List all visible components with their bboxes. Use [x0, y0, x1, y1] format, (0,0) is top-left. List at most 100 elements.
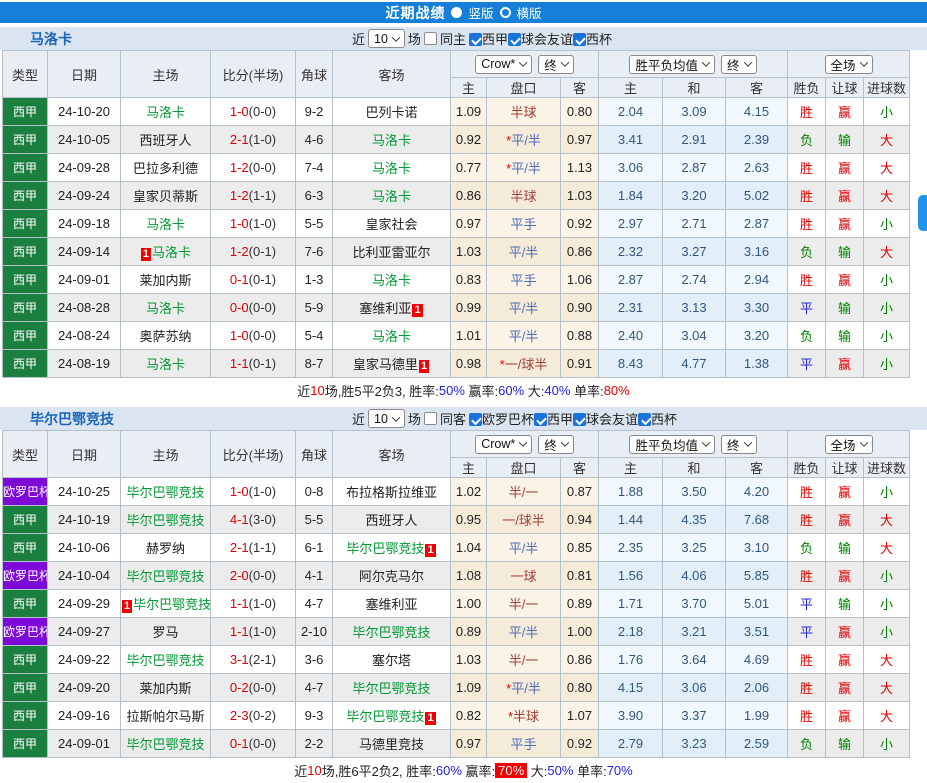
away-team-name[interactable]: 毕尔巴鄂竞技	[346, 541, 424, 556]
eu-home-odds: 2.40	[598, 321, 663, 350]
avg-stage-select[interactable]: 终	[721, 54, 757, 74]
home-team-cell: 1 马洛卡	[120, 237, 211, 266]
col-away: 客场	[332, 430, 451, 478]
home-team-name[interactable]: 毕尔巴鄂竞技	[126, 737, 204, 752]
league-filter-checkbox[interactable]	[533, 413, 547, 426]
col-corners: 角球	[295, 50, 333, 98]
handicap-result: 赢	[825, 673, 865, 702]
radio-vertical-layout[interactable]	[451, 7, 463, 18]
home-team-name[interactable]: 毕尔巴鄂竞技	[126, 513, 204, 528]
side-panel-handle[interactable]	[918, 195, 927, 231]
eu-away-odds: 7.68	[724, 505, 789, 534]
league-filter-checkbox[interactable]	[572, 413, 586, 426]
handicap-text: 平/半	[508, 245, 539, 260]
eu-draw-odds: 3.64	[662, 645, 726, 674]
home-team-name[interactable]: 罗马	[152, 625, 178, 640]
home-team-name[interactable]: 马洛卡	[146, 357, 185, 372]
ah-away-odds: 1.13	[560, 153, 599, 182]
same-venue-checkbox[interactable]	[423, 32, 437, 45]
away-team-name[interactable]: 马洛卡	[372, 161, 411, 176]
away-team-name[interactable]: 塞维利亚	[359, 301, 411, 316]
scope-select[interactable]: 全场	[824, 54, 873, 74]
handicap-text: 平/半	[511, 161, 541, 176]
home-team-name[interactable]: 赫罗纳	[146, 541, 185, 556]
eu-away-odds: 3.20	[724, 321, 789, 350]
home-team-name[interactable]: 西班牙人	[139, 133, 191, 148]
handicap-result-text: 输	[838, 737, 852, 752]
radio-horizontal-layout[interactable]	[499, 7, 511, 18]
away-team-name[interactable]: 马洛卡	[372, 329, 411, 344]
goals-result-text: 大	[880, 681, 894, 696]
away-team-name[interactable]: 马德里竞技	[359, 737, 424, 752]
home-team-name[interactable]: 毕尔巴鄂竞技	[126, 569, 204, 584]
away-team-cell: 皇家马德里 1	[332, 349, 451, 378]
eu-away-odds: 3.16	[724, 237, 789, 266]
home-team-cell: 马洛卡	[120, 209, 211, 238]
home-team-name[interactable]: 莱加内斯	[139, 273, 191, 288]
score-cell: 3-1(2-1)	[210, 645, 296, 674]
away-team-name[interactable]: 比利亚雷亚尔	[352, 245, 430, 260]
away-team-name[interactable]: 毕尔巴鄂竞技	[352, 681, 430, 696]
ah-home-odds: 0.92	[450, 125, 487, 154]
home-team-name[interactable]: 巴拉多利德	[133, 161, 198, 176]
summary-segment: 40%	[544, 383, 571, 398]
handicap-result: 赢	[825, 209, 865, 238]
away-team-name[interactable]: 马洛卡	[372, 273, 411, 288]
away-team-name[interactable]: 皇家社会	[365, 217, 417, 232]
away-team-name[interactable]: 塞尔塔	[372, 653, 411, 668]
away-team-name[interactable]: 马洛卡	[372, 133, 411, 148]
goals-result-text: 小	[880, 273, 894, 288]
away-team-cell: 比利亚雷亚尔	[332, 237, 451, 266]
outcome-result: 平	[787, 589, 827, 618]
home-team-name[interactable]: 马洛卡	[146, 105, 185, 120]
avg-odds-select[interactable]: 胜平负均值	[629, 54, 715, 74]
handicap-result: 赢	[825, 477, 865, 506]
home-team-name[interactable]: 毕尔巴鄂竞技	[126, 485, 204, 500]
home-team-name[interactable]: 毕尔巴鄂竞技	[133, 597, 209, 612]
home-team-name[interactable]: 拉斯帕尔马斯	[126, 709, 204, 724]
league-filter-checkbox[interactable]	[572, 33, 586, 46]
half-time-score: (0-1)	[248, 244, 277, 259]
near-label: 近	[352, 32, 366, 47]
odds-stage-select[interactable]: 终	[538, 434, 574, 454]
home-team-name[interactable]: 马洛卡	[146, 301, 185, 316]
handicap-text: 平/半	[508, 301, 539, 316]
league-badge: 西甲	[2, 321, 48, 350]
home-team-name[interactable]: 马洛卡	[146, 217, 185, 232]
away-team-name[interactable]: 皇家马德里	[353, 357, 418, 372]
scope-select[interactable]: 全场	[824, 434, 873, 454]
odds-source-select[interactable]: Crow*	[475, 54, 533, 74]
home-team-name[interactable]: 莱加内斯	[139, 681, 191, 696]
league-filter-checkbox[interactable]	[507, 33, 521, 46]
league-filter-checkbox[interactable]	[468, 413, 482, 426]
summary-segment: 单率:	[570, 384, 604, 399]
away-team-name[interactable]: 塞维利亚	[365, 597, 417, 612]
away-team-name[interactable]: 马洛卡	[372, 189, 411, 204]
away-team-name[interactable]: 布拉格斯拉维亚	[346, 485, 437, 500]
home-team-name[interactable]: 奥萨苏纳	[139, 329, 191, 344]
home-team-name[interactable]: 马洛卡	[152, 245, 191, 260]
away-team-name[interactable]: 阿尔克马尔	[359, 569, 424, 584]
outcome-result: 胜	[787, 477, 827, 506]
away-team-name[interactable]: 毕尔巴鄂竞技	[352, 625, 430, 640]
avg-stage-select[interactable]: 终	[721, 434, 757, 454]
avg-odds-select[interactable]: 胜平负均值	[629, 434, 715, 454]
league-filter-checkbox[interactable]	[638, 413, 651, 426]
league-filter-checkbox[interactable]	[468, 33, 482, 46]
same-venue-checkbox[interactable]	[423, 412, 437, 425]
score-cell: 1-0(1-0)	[210, 477, 296, 506]
ah-away-odds: 0.92	[560, 729, 599, 758]
home-team-name[interactable]: 毕尔巴鄂竞技	[126, 653, 204, 668]
away-team-name[interactable]: 西班牙人	[365, 513, 417, 528]
home-team-name[interactable]: 皇家贝蒂斯	[133, 189, 198, 204]
odds-stage-select[interactable]: 终	[538, 54, 574, 74]
match-count-select[interactable]: 10	[368, 409, 405, 428]
outcome-result: 胜	[787, 265, 827, 294]
odds-source-select[interactable]: Crow*	[475, 434, 533, 454]
home-team-cell: 马洛卡	[120, 349, 211, 378]
score-cell: 1-0(1-0)	[210, 209, 296, 238]
outcome-result: 负	[787, 533, 827, 562]
match-count-select[interactable]: 10	[368, 29, 405, 48]
away-team-name[interactable]: 毕尔巴鄂竞技	[346, 709, 424, 724]
away-team-name[interactable]: 巴列卡诺	[365, 105, 417, 120]
